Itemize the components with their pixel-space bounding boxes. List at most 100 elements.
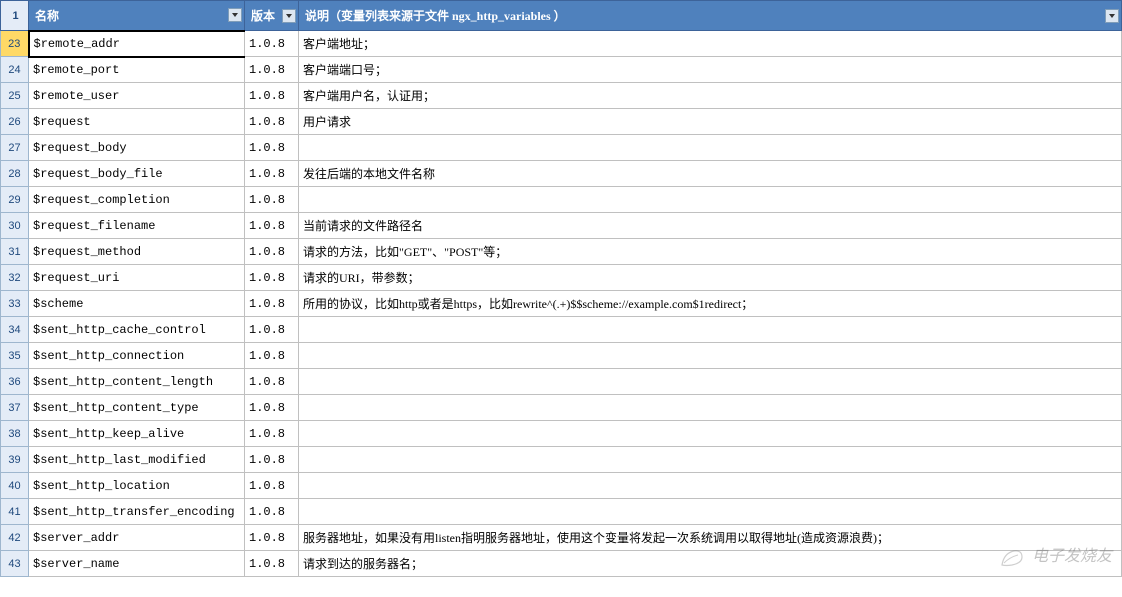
table-row[interactable]: 23$remote_addr1.0.8客户端地址； — [1, 31, 1122, 57]
cell-version[interactable]: 1.0.8 — [245, 161, 299, 187]
cell-name[interactable]: $request_body — [29, 135, 245, 161]
filter-icon[interactable] — [1105, 9, 1119, 23]
table-row[interactable]: 26$request1.0.8用户请求 — [1, 109, 1122, 135]
cell-version[interactable]: 1.0.8 — [245, 213, 299, 239]
cell-version[interactable]: 1.0.8 — [245, 551, 299, 577]
row-number[interactable]: 39 — [1, 447, 29, 473]
cell-name[interactable]: $scheme — [29, 291, 245, 317]
row-number[interactable]: 43 — [1, 551, 29, 577]
row-number[interactable]: 23 — [1, 31, 29, 57]
cell-name[interactable]: $sent_http_keep_alive — [29, 421, 245, 447]
filter-icon[interactable] — [228, 8, 242, 22]
row-number[interactable]: 24 — [1, 57, 29, 83]
table-row[interactable]: 28$request_body_file1.0.8发往后端的本地文件名称 — [1, 161, 1122, 187]
cell-name[interactable]: $request_filename — [29, 213, 245, 239]
cell-name[interactable]: $request_completion — [29, 187, 245, 213]
table-row[interactable]: 25$remote_user1.0.8客户端用户名，认证用； — [1, 83, 1122, 109]
cell-version[interactable]: 1.0.8 — [245, 135, 299, 161]
cell-desc[interactable] — [299, 473, 1122, 499]
filter-icon[interactable] — [282, 9, 296, 23]
row-number[interactable]: 35 — [1, 343, 29, 369]
cell-desc[interactable]: 发往后端的本地文件名称 — [299, 161, 1122, 187]
cell-version[interactable]: 1.0.8 — [245, 421, 299, 447]
table-row[interactable]: 33$scheme1.0.8所用的协议，比如http或者是https，比如rew… — [1, 291, 1122, 317]
row-number[interactable]: 30 — [1, 213, 29, 239]
cell-name[interactable]: $server_name — [29, 551, 245, 577]
row-number[interactable]: 31 — [1, 239, 29, 265]
table-row[interactable]: 38$sent_http_keep_alive1.0.8 — [1, 421, 1122, 447]
cell-name[interactable]: $sent_http_transfer_encoding — [29, 499, 245, 525]
cell-version[interactable]: 1.0.8 — [245, 83, 299, 109]
row-number[interactable]: 25 — [1, 83, 29, 109]
cell-name[interactable]: $sent_http_content_length — [29, 369, 245, 395]
row-number[interactable]: 40 — [1, 473, 29, 499]
cell-desc[interactable] — [299, 395, 1122, 421]
cell-name[interactable]: $server_addr — [29, 525, 245, 551]
row-number[interactable]: 27 — [1, 135, 29, 161]
cell-name[interactable]: $request_body_file — [29, 161, 245, 187]
cell-version[interactable]: 1.0.8 — [245, 57, 299, 83]
cell-desc[interactable] — [299, 187, 1122, 213]
table-row[interactable]: 34$sent_http_cache_control1.0.8 — [1, 317, 1122, 343]
row-number[interactable]: 37 — [1, 395, 29, 421]
table-row[interactable]: 30$request_filename1.0.8当前请求的文件路径名 — [1, 213, 1122, 239]
row-number[interactable]: 33 — [1, 291, 29, 317]
table-row[interactable]: 32$request_uri1.0.8请求的URI，带参数； — [1, 265, 1122, 291]
table-row[interactable]: 40$sent_http_location1.0.8 — [1, 473, 1122, 499]
cell-version[interactable]: 1.0.8 — [245, 525, 299, 551]
table-row[interactable]: 37$sent_http_content_type1.0.8 — [1, 395, 1122, 421]
cell-version[interactable]: 1.0.8 — [245, 499, 299, 525]
cell-desc[interactable] — [299, 343, 1122, 369]
cell-desc[interactable] — [299, 499, 1122, 525]
cell-version[interactable]: 1.0.8 — [245, 187, 299, 213]
cell-desc[interactable]: 请求到达的服务器名； — [299, 551, 1122, 577]
table-row[interactable]: 41$sent_http_transfer_encoding1.0.8 — [1, 499, 1122, 525]
cell-version[interactable]: 1.0.8 — [245, 291, 299, 317]
table-row[interactable]: 39$sent_http_last_modified1.0.8 — [1, 447, 1122, 473]
cell-version[interactable]: 1.0.8 — [245, 343, 299, 369]
cell-desc[interactable]: 服务器地址，如果没有用listen指明服务器地址，使用这个变量将发起一次系统调用… — [299, 525, 1122, 551]
cell-desc[interactable] — [299, 369, 1122, 395]
cell-name[interactable]: $sent_http_last_modified — [29, 447, 245, 473]
row-number[interactable]: 42 — [1, 525, 29, 551]
cell-name[interactable]: $remote_addr — [29, 31, 245, 57]
cell-name[interactable]: $request — [29, 109, 245, 135]
cell-desc[interactable] — [299, 447, 1122, 473]
table-row[interactable]: 31$request_method1.0.8请求的方法，比如"GET"、"POS… — [1, 239, 1122, 265]
cell-name[interactable]: $sent_http_connection — [29, 343, 245, 369]
cell-desc[interactable]: 所用的协议，比如http或者是https，比如rewrite^(.+)$$sch… — [299, 291, 1122, 317]
row-header-top[interactable]: 1 — [1, 1, 29, 31]
table-row[interactable]: 24$remote_port1.0.8客户端端口号； — [1, 57, 1122, 83]
row-number[interactable]: 41 — [1, 499, 29, 525]
cell-name[interactable]: $sent_http_content_type — [29, 395, 245, 421]
cell-version[interactable]: 1.0.8 — [245, 447, 299, 473]
cell-version[interactable]: 1.0.8 — [245, 473, 299, 499]
row-number[interactable]: 34 — [1, 317, 29, 343]
cell-desc[interactable]: 用户请求 — [299, 109, 1122, 135]
cell-name[interactable]: $sent_http_location — [29, 473, 245, 499]
cell-desc[interactable]: 请求的URI，带参数； — [299, 265, 1122, 291]
cell-desc[interactable]: 客户端端口号； — [299, 57, 1122, 83]
col-header-desc[interactable]: 说明（变量列表来源于文件 ngx_http_variables ） — [299, 1, 1122, 31]
row-number[interactable]: 26 — [1, 109, 29, 135]
cell-desc[interactable]: 客户端地址； — [299, 31, 1122, 57]
cell-desc[interactable] — [299, 317, 1122, 343]
row-number[interactable]: 38 — [1, 421, 29, 447]
table-row[interactable]: 27$request_body1.0.8 — [1, 135, 1122, 161]
cell-desc[interactable] — [299, 135, 1122, 161]
row-number[interactable]: 36 — [1, 369, 29, 395]
cell-version[interactable]: 1.0.8 — [245, 369, 299, 395]
table-row[interactable]: 35$sent_http_connection1.0.8 — [1, 343, 1122, 369]
cell-version[interactable]: 1.0.8 — [245, 31, 299, 57]
cell-name[interactable]: $request_method — [29, 239, 245, 265]
cell-name[interactable]: $request_uri — [29, 265, 245, 291]
cell-version[interactable]: 1.0.8 — [245, 109, 299, 135]
cell-version[interactable]: 1.0.8 — [245, 265, 299, 291]
row-number[interactable]: 32 — [1, 265, 29, 291]
cell-version[interactable]: 1.0.8 — [245, 317, 299, 343]
cell-name[interactable]: $remote_port — [29, 57, 245, 83]
col-header-name[interactable]: 名称 — [29, 1, 245, 31]
row-number[interactable]: 29 — [1, 187, 29, 213]
row-number[interactable]: 28 — [1, 161, 29, 187]
cell-version[interactable]: 1.0.8 — [245, 239, 299, 265]
